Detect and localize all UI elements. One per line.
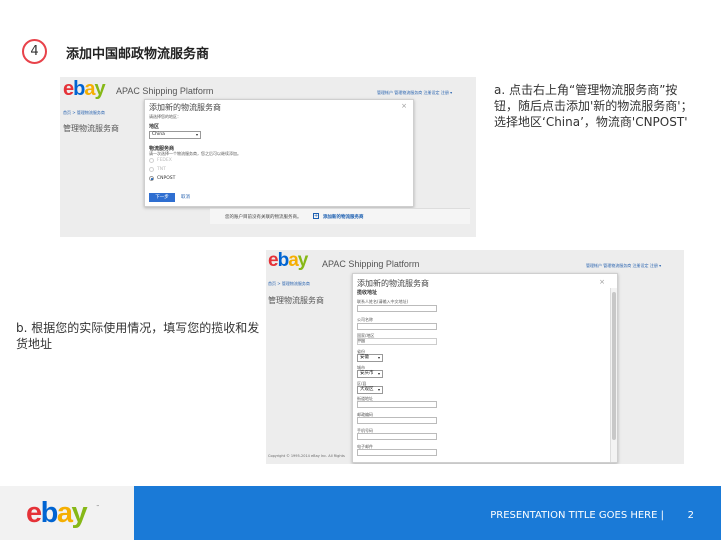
step-number-badge: 4 <box>22 39 47 64</box>
postcode-field[interactable] <box>357 417 437 424</box>
mobile-field[interactable] <box>357 433 437 440</box>
chevron-down-icon: ▾ <box>377 371 380 376</box>
radio-label-fedex: FEDEX <box>157 158 172 163</box>
provider-hint: 请一次选择一个物流服务商，您之后可以继续添加。 <box>149 151 241 156</box>
radio-cnpost[interactable] <box>149 176 154 181</box>
modal-title: 添加新的物流服务商 <box>149 103 221 112</box>
screenshot-pickup-address: ebay APAC Shipping Platform 管理帐户 管理物流服务商… <box>266 250 684 464</box>
page-number: 2 <box>687 510 694 521</box>
breadcrumb[interactable]: 首页 > 管理物流服务商 <box>268 281 310 287</box>
email-field[interactable] <box>357 449 437 456</box>
empty-provider-bar: 您的账户目前没有关联的物流服务商。 + 添加新的物流服务商 <box>210 208 470 224</box>
ebay-logo[interactable]: ebay <box>63 78 106 101</box>
top-nav-links[interactable]: 管理帐户 管理物流服务商 注册设定 注册 ▾ <box>586 263 661 269</box>
add-provider-modal: 添加新的物流服务商 × 请选择您的地区： 地区 China ▾ 物流服务商 请一次… <box>144 99 414 207</box>
chevron-down-icon: ▾ <box>195 132 198 137</box>
close-icon[interactable]: × <box>599 278 605 286</box>
chevron-down-icon: ▾ <box>377 387 380 392</box>
city-select[interactable]: 安庆市 ▾ <box>357 370 383 378</box>
presentation-title: PRESENTATION TITLE GOES HERE | <box>490 510 664 521</box>
platform-name: APAC Shipping Platform <box>116 86 214 96</box>
radio-tnt[interactable] <box>149 167 154 172</box>
pickup-address-modal: 添加新的物流服务商 × 揽收地址 联系人姓名(请输入中文地址) 公司名称 国家/… <box>352 273 618 463</box>
radio-fedex[interactable] <box>149 158 154 163</box>
radio-label-cnpost: CNPOST <box>157 176 176 181</box>
radio-label-tnt: TNT <box>157 167 166 172</box>
instruction-a: a. 点击右上角“管理物流服务商”按钮，随后点击添加'新的物流服务商'；选择地区… <box>494 83 693 129</box>
ebay-footer-logo: ebay <box>26 497 88 529</box>
platform-name: APAC Shipping Platform <box>322 259 420 269</box>
step-title: 添加中国邮政物流服务商 <box>66 47 210 62</box>
district-select[interactable]: 大观区 ▾ <box>357 386 383 394</box>
cancel-button[interactable]: 取消 <box>181 193 190 202</box>
trademark-mark: ™ <box>96 504 100 509</box>
company-field[interactable] <box>357 323 437 330</box>
pickup-section-heading: 揽收地址 <box>357 290 378 296</box>
ebay-logo[interactable]: ebay <box>268 250 308 272</box>
no-provider-text: 您的账户目前没有关联的物流服务商。 <box>225 215 302 220</box>
screenshot-header: ebay APAC Shipping Platform 管理帐户 管理物流服务商… <box>60 77 476 101</box>
province-select[interactable]: 安徽 ▾ <box>357 354 383 362</box>
street-field[interactable] <box>357 401 437 408</box>
contact-field[interactable] <box>357 305 437 312</box>
page-heading: 管理物流服务商 <box>63 124 119 133</box>
region-hint: 请选择您的地区： <box>149 114 181 119</box>
plus-icon[interactable]: + <box>313 213 319 219</box>
scrollbar-thumb[interactable] <box>612 292 616 440</box>
chevron-down-icon: ▾ <box>377 355 380 360</box>
country-field[interactable] <box>357 338 437 345</box>
region-select[interactable]: China ▾ <box>149 131 201 139</box>
region-label: 地区 <box>149 124 160 130</box>
add-provider-link[interactable]: 添加新的物流服务商 <box>323 214 364 220</box>
screenshot-header: ebay APAC Shipping Platform 管理帐户 管理物流服务商… <box>266 250 684 272</box>
top-nav-links[interactable]: 管理帐户 管理物流服务商 注册设定 注册 ▾ <box>377 90 452 96</box>
instruction-b: b. 根据您的实际使用情况，填写您的揽收和发货地址 <box>16 321 260 351</box>
next-button[interactable]: 下一步 <box>149 193 175 202</box>
page-heading: 管理物流服务商 <box>268 296 324 305</box>
copyright-text: Copyright © 1995-2014 eBay Inc. All Righ… <box>268 454 345 458</box>
modal-scrollbar[interactable] <box>610 288 617 462</box>
screenshot-add-provider: ebay APAC Shipping Platform 管理帐户 管理物流服务商… <box>60 77 476 237</box>
close-icon[interactable]: × <box>401 102 407 110</box>
breadcrumb[interactable]: 首页 > 管理物流服务商 <box>63 110 105 116</box>
modal-title: 添加新的物流服务商 <box>357 279 429 288</box>
